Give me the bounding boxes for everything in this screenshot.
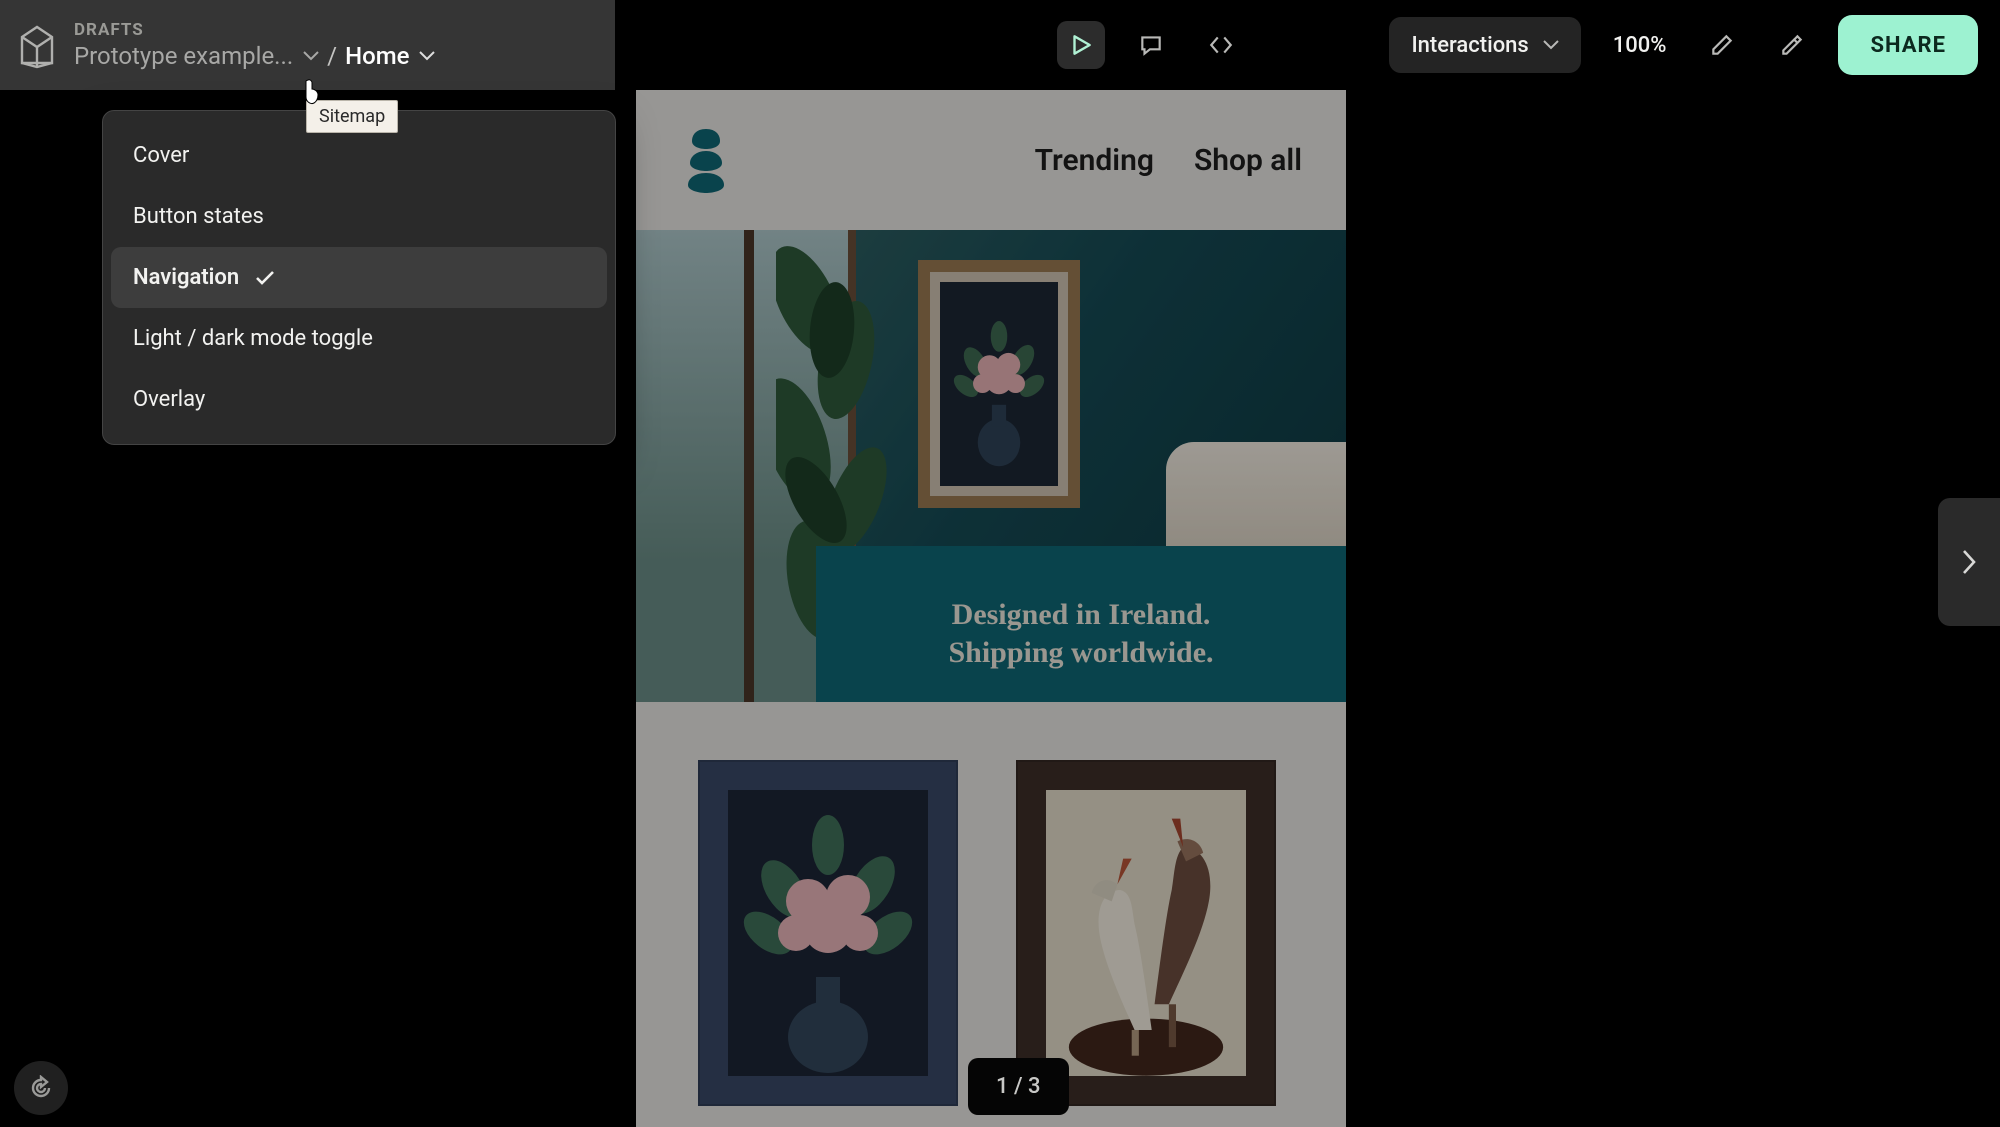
- restart-button[interactable]: [14, 1061, 68, 1115]
- interactions-label: Interactions: [1411, 33, 1528, 58]
- hero-banner: Designed in Ireland. Shipping worldwide.: [816, 546, 1346, 702]
- hero-line-1: Designed in Ireland.: [952, 598, 1211, 632]
- frame-dropdown[interactable]: Home: [345, 42, 435, 70]
- frame-name-label: Home: [345, 42, 409, 70]
- product-card[interactable]: [698, 760, 958, 1106]
- page-counter: 1 / 3: [968, 1058, 1069, 1115]
- sitemap-item-light-dark-toggle[interactable]: Light / dark mode toggle: [103, 308, 615, 369]
- comment-button[interactable]: [1127, 21, 1175, 69]
- project-dropdown[interactable]: Prototype example...: [74, 42, 319, 70]
- brand-logo-icon[interactable]: [680, 125, 732, 195]
- product-gallery: [636, 702, 1346, 1106]
- topbar-left: DRAFTS Prototype example... / Home: [0, 0, 615, 90]
- sitemap-item-button-states[interactable]: Button states: [103, 186, 615, 247]
- sitemap-item-overlay[interactable]: Overlay: [103, 369, 615, 430]
- hero-line-2: Shipping worldwide.: [948, 636, 1213, 670]
- nav-link-trending[interactable]: Trending: [1035, 143, 1154, 178]
- breadcrumb: DRAFTS Prototype example... / Home: [74, 20, 435, 70]
- share-label: SHARE: [1870, 33, 1946, 58]
- hero-framed-art: [918, 260, 1080, 508]
- product-card[interactable]: [1016, 760, 1276, 1106]
- check-icon: [255, 270, 275, 286]
- hero-window-bar: [744, 230, 754, 702]
- chevron-down-icon: [1543, 40, 1559, 50]
- chevron-down-icon: [419, 51, 435, 61]
- code-button[interactable]: [1197, 21, 1245, 69]
- sitemap-item-navigation[interactable]: Navigation: [111, 247, 607, 308]
- sitemap-menu: Cover Button states Navigation Light / d…: [102, 110, 616, 445]
- play-button[interactable]: [1057, 21, 1105, 69]
- sitemap-tooltip: Sitemap: [306, 100, 398, 133]
- topbar: DRAFTS Prototype example... / Home: [0, 0, 2000, 90]
- topbar-right: Interactions 100% SHARE: [1057, 15, 2000, 75]
- app-logo-icon[interactable]: [16, 19, 58, 71]
- breadcrumb-separator: /: [327, 42, 337, 70]
- site-nav: Trending Shop all: [636, 90, 1346, 230]
- sitemap-item-cover[interactable]: Cover: [103, 125, 615, 186]
- sitemap-item-label: Navigation: [133, 265, 239, 290]
- zoom-level[interactable]: 100%: [1603, 33, 1677, 58]
- eyedropper-button[interactable]: [1768, 21, 1816, 69]
- edit-pencil-button[interactable]: [1698, 21, 1746, 69]
- prototype-preview[interactable]: Trending Shop all: [636, 90, 1346, 1127]
- breadcrumb-section[interactable]: DRAFTS: [74, 20, 435, 40]
- next-frame-button[interactable]: [1938, 498, 2000, 626]
- chevron-down-icon: [303, 51, 319, 61]
- share-button[interactable]: SHARE: [1838, 15, 1978, 75]
- hero-image: Designed in Ireland. Shipping worldwide.: [636, 230, 1346, 702]
- nav-link-shop-all[interactable]: Shop all: [1194, 143, 1302, 178]
- interactions-dropdown[interactable]: Interactions: [1389, 17, 1580, 73]
- project-name-label: Prototype example...: [74, 42, 293, 70]
